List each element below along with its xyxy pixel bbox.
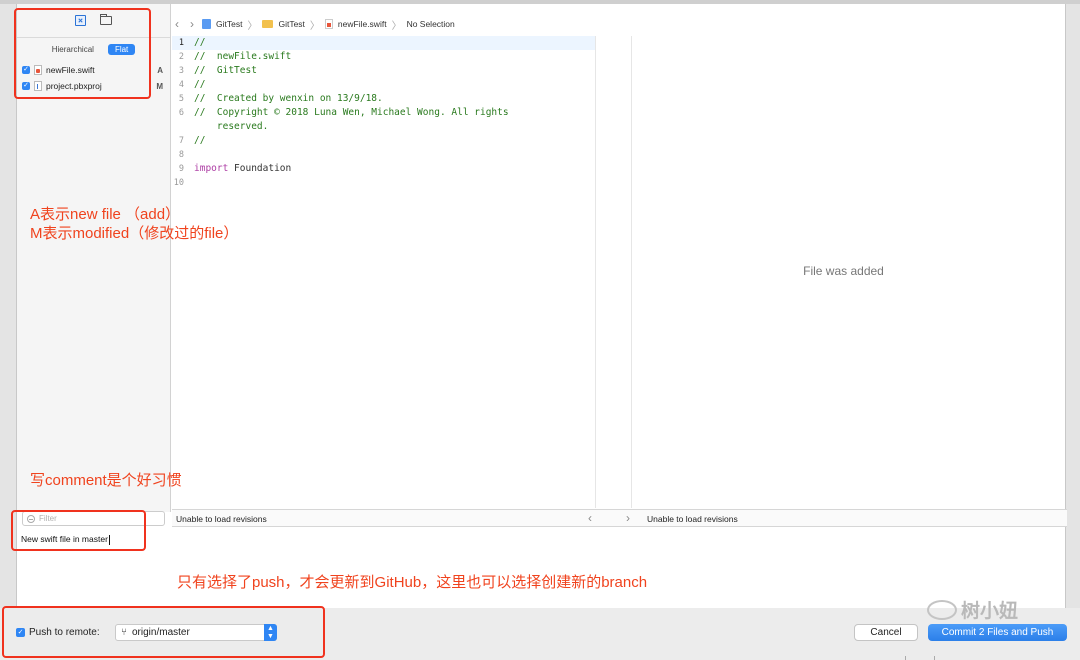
code-text: // Copyright © 2018 Luna Wen, Michael Wo… — [194, 107, 509, 118]
code-text: // Created by wenxin on 13/9/18. — [194, 93, 383, 104]
breadcrumb-group[interactable]: GitTest — [278, 19, 304, 29]
code-line: 2 // newFile.swift — [172, 50, 595, 64]
line-number: 3 — [178, 66, 184, 76]
annotation-box-file-list — [14, 8, 151, 99]
watermark-text: 树小妞 — [961, 601, 1019, 622]
revision-label-left: Unable to load revisions — [176, 514, 267, 524]
commit-sheet: Hierarchical Flat ✓ newFile.swift A ✓ pr… — [16, 4, 1067, 608]
code-text: // newFile.swift — [194, 51, 292, 62]
breadcrumb: ‹ › GitTest 〉 GitTest 〉 newFile.swift 〉 … — [172, 14, 455, 34]
code-text: // — [194, 79, 206, 90]
line-number: 8 — [178, 150, 184, 160]
code-keyword: import — [194, 163, 229, 174]
commit-message-field[interactable]: New swift file in master — [17, 528, 1065, 608]
comparison-pane: File was added — [631, 36, 1055, 508]
code-line: 7 // — [172, 134, 595, 148]
window-edge-controls — [905, 656, 935, 660]
code-text: reserved. — [194, 121, 269, 132]
breadcrumb-separator-icon: 〉 — [309, 20, 320, 32]
wechat-icon — [927, 599, 957, 620]
line-number — [172, 120, 194, 134]
code-identifier: Foundation — [228, 163, 292, 174]
code-line: 4 // — [172, 78, 595, 92]
watermark: 树小妞 — [927, 596, 1018, 623]
commit-and-push-button[interactable]: Commit 2 Files and Push — [928, 624, 1067, 641]
line-number: 9 — [178, 164, 184, 174]
code-line: 9 import Foundation — [172, 162, 595, 176]
code-editor[interactable]: 1 // 2 // newFile.swift 3 // GitTest 4 /… — [172, 36, 595, 508]
file-status-badge: M — [156, 81, 163, 91]
revision-bar: Unable to load revisions ‹ › Unable to l… — [172, 509, 1067, 527]
code-text: // — [194, 37, 206, 48]
annotation-box-commit-message — [11, 510, 146, 551]
code-line: 6 // Copyright © 2018 Luna Wen, Michael … — [172, 106, 595, 120]
folder-icon — [262, 20, 274, 28]
code-text: import Foundation — [194, 162, 291, 176]
file-status-badge: A — [157, 65, 163, 75]
line-number: 7 — [178, 136, 184, 146]
back-chevron-icon[interactable]: ‹ — [175, 17, 179, 31]
breadcrumb-selection[interactable]: No Selection — [407, 19, 455, 29]
annotation-line: A表示new file （add） — [30, 206, 181, 223]
line-number: 4 — [178, 80, 184, 90]
code-line: 3 // GitTest — [172, 64, 595, 78]
code-text: // — [194, 135, 206, 146]
line-number: 1 — [178, 38, 184, 48]
editor-divider — [595, 36, 596, 508]
previous-revision-icon[interactable]: ‹ — [588, 511, 592, 525]
breadcrumb-separator-icon: 〉 — [391, 20, 402, 32]
line-number: 10 — [173, 178, 184, 188]
annotation-note-push: 只有选择了push，才会更新到GitHub，这里也可以选择创建新的branch — [177, 574, 648, 591]
breadcrumb-separator-icon: 〉 — [247, 20, 258, 32]
next-revision-icon[interactable]: › — [626, 511, 630, 525]
code-line: 5 // Created by wenxin on 13/9/18. — [172, 92, 595, 106]
code-text: // GitTest — [194, 65, 257, 76]
annotation-box-push — [2, 606, 325, 658]
code-line: 10 — [172, 176, 595, 190]
code-line: reserved. — [172, 120, 595, 134]
line-number: 6 — [178, 108, 184, 118]
line-number: 5 — [178, 94, 184, 104]
breadcrumb-file[interactable]: newFile.swift — [338, 19, 387, 29]
swift-file-icon — [324, 19, 333, 29]
annotation-note-comment: 写comment是个好习惯 — [30, 472, 182, 489]
annotation-note-status: A表示new file （add） M表示modified（修改过的file） — [30, 205, 238, 243]
code-line: 8 — [172, 148, 595, 162]
project-icon — [202, 19, 211, 29]
breadcrumb-project[interactable]: GitTest — [216, 19, 242, 29]
code-line: 1 // — [172, 36, 595, 50]
annotation-line: M表示modified（修改过的file） — [30, 225, 239, 242]
revision-label-right: Unable to load revisions — [647, 514, 738, 524]
cancel-button[interactable]: Cancel — [854, 624, 918, 641]
forward-chevron-icon[interactable]: › — [190, 17, 194, 31]
line-number: 2 — [178, 52, 184, 62]
file-added-message: File was added — [803, 264, 884, 278]
